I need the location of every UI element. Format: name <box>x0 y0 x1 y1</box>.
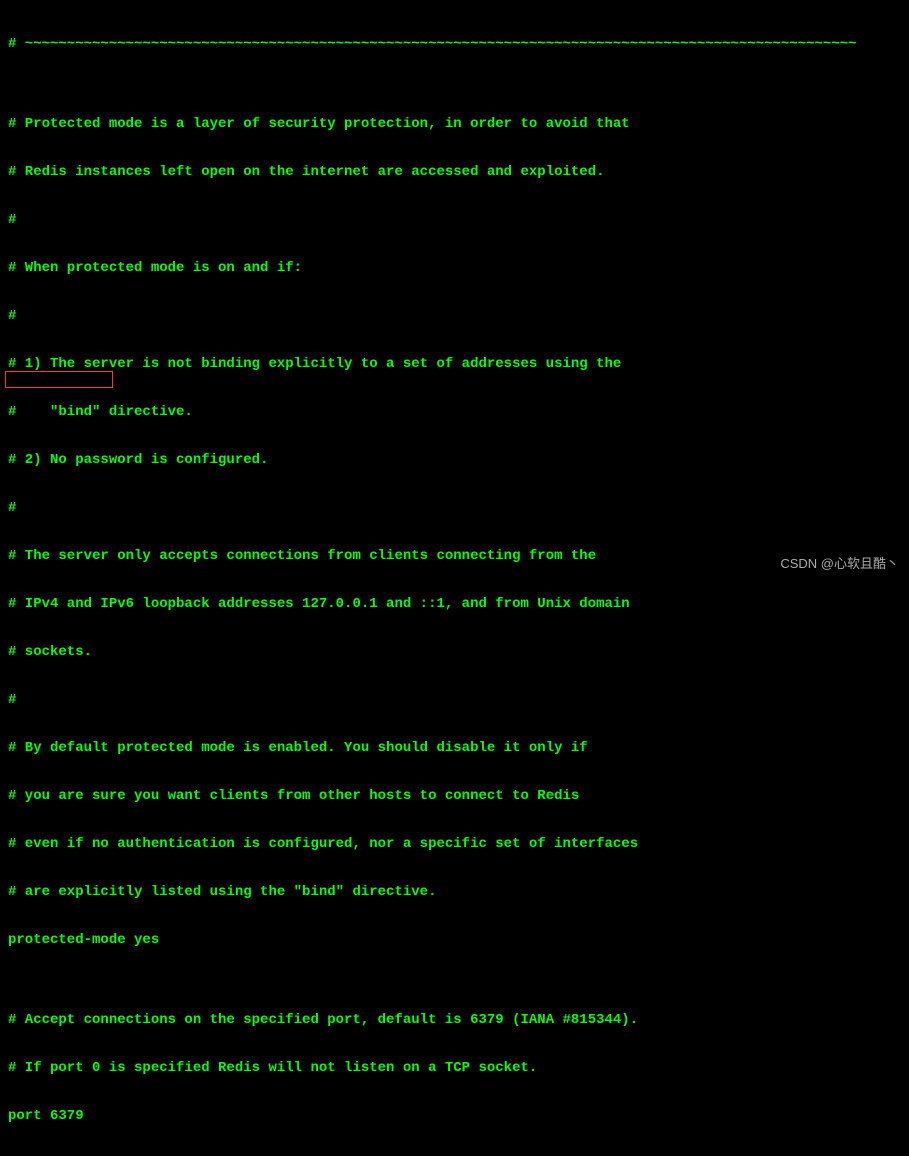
config-line: # Accept connections on the specified po… <box>8 1012 901 1028</box>
config-line: # When protected mode is on and if: <box>8 260 901 276</box>
terminal-output: # ~~~~~~~~~~~~~~~~~~~~~~~~~~~~~~~~~~~~~~… <box>0 0 909 1156</box>
config-line: # sockets. <box>8 644 901 660</box>
config-line: # <box>8 308 901 324</box>
config-line: # Protected mode is a layer of security … <box>8 116 901 132</box>
config-line: # you are sure you want clients from oth… <box>8 788 901 804</box>
config-line: protected-mode yes <box>8 932 901 948</box>
config-line: # By default protected mode is enabled. … <box>8 740 901 756</box>
config-line: # IPv4 and IPv6 loopback addresses 127.0… <box>8 596 901 612</box>
config-line: # <box>8 500 901 516</box>
config-line-port: port 6379 <box>8 1108 901 1124</box>
config-line: # 2) No password is configured. <box>8 452 901 468</box>
config-line: # "bind" directive. <box>8 404 901 420</box>
config-line: # If port 0 is specified Redis will not … <box>8 1060 901 1076</box>
config-line: # ~~~~~~~~~~~~~~~~~~~~~~~~~~~~~~~~~~~~~~… <box>8 36 901 52</box>
config-line: # <box>8 212 901 228</box>
config-line: # even if no authentication is configure… <box>8 836 901 852</box>
watermark-text: CSDN @心软且酷丶 <box>780 556 899 572</box>
config-line: # 1) The server is not binding explicitl… <box>8 356 901 372</box>
config-line: # The server only accepts connections fr… <box>8 548 901 564</box>
config-line: # are explicitly listed using the "bind"… <box>8 884 901 900</box>
config-line: # <box>8 692 901 708</box>
config-line: # Redis instances left open on the inter… <box>8 164 901 180</box>
